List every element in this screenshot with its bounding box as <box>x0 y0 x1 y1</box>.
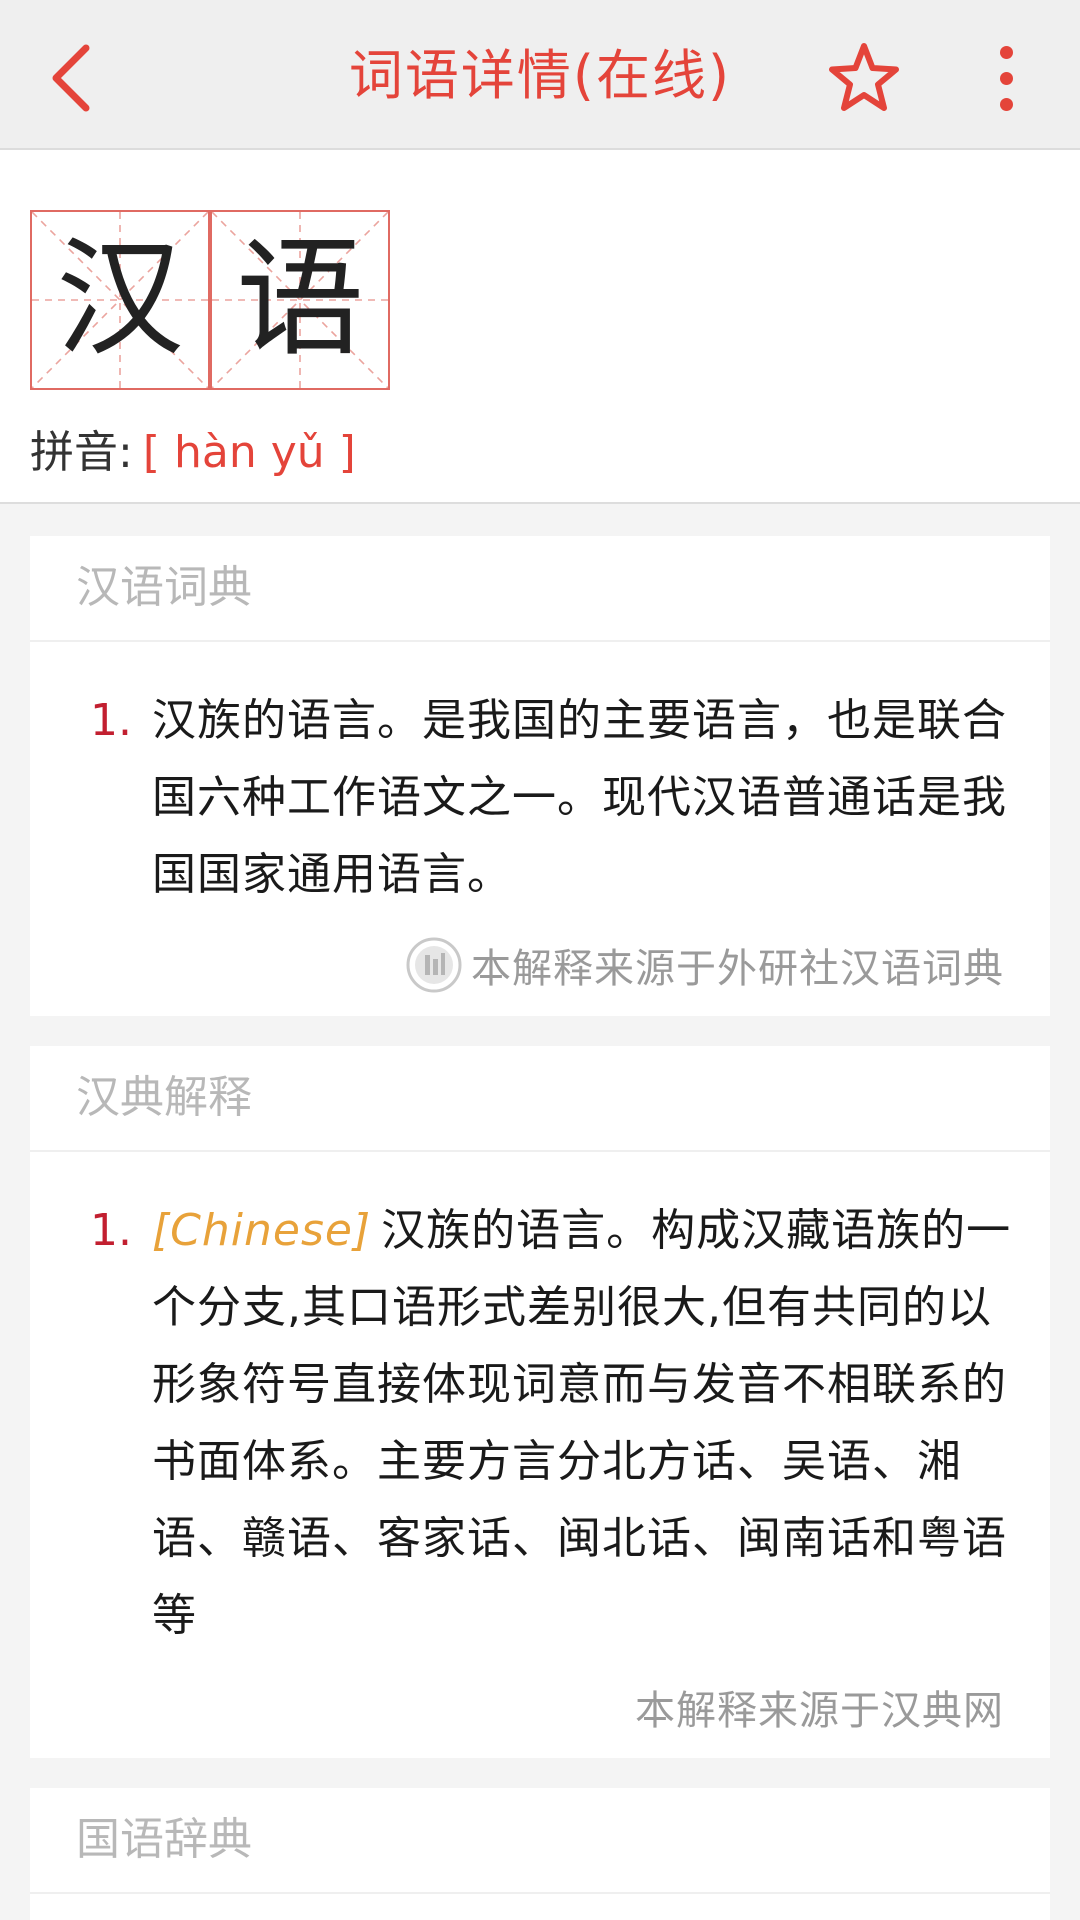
more-options-button[interactable] <box>990 46 1022 112</box>
more-dot <box>1000 98 1013 111</box>
card-title: 汉语词典 <box>30 536 1050 642</box>
favorite-button[interactable] <box>826 40 902 116</box>
character-cell: 汉 <box>30 210 210 390</box>
word-header: 汉 语 拼音:[ hàn yǔ ] <box>0 150 1080 504</box>
definition-number: 1. <box>90 1205 132 1256</box>
source-text: 本解释来源于汉典网 <box>635 1688 1004 1734</box>
card-title: 汉典解释 <box>30 1046 1050 1152</box>
definition-tag: [Chinese] <box>152 1205 372 1256</box>
source-line: 本解释来源于汉典网 <box>635 1678 1004 1736</box>
more-dot <box>1000 72 1013 85</box>
pinyin-row: 拼音:[ hàn yǔ ] <box>30 418 356 488</box>
definition-text: 汉族的语言。是我国的主要语言，也是联合国六种工作语文之一。现代汉语普通话是我国国… <box>152 682 1032 913</box>
pinyin-label: 拼音: <box>30 427 133 478</box>
handian-card: 汉典解释 1. [Chinese] 汉族的语言。构成汉藏语族的一个分支,其口语形式… <box>30 1046 1050 1758</box>
definition-number: 1. <box>90 695 132 746</box>
definition-body: 汉族的语言。是我国的主要语言，也是联合国六种工作语文之一。现代汉语普通话是我国国… <box>152 695 1007 900</box>
guoyu-card: 国语辞典 <box>30 1788 1050 1920</box>
page-title: 词语详情(在线) <box>348 44 732 107</box>
top-app-bar: 词语详情(在线) <box>0 0 1080 150</box>
word-character: 语 <box>235 225 364 374</box>
character-cell: 语 <box>210 210 390 390</box>
star-outline-icon <box>829 43 899 111</box>
definition-text: [Chinese] 汉族的语言。构成汉藏语族的一个分支,其口语形式差别很大,但有共… <box>152 1192 1032 1654</box>
more-vertical-icon <box>1000 46 1013 59</box>
publisher-logo-icon <box>406 937 462 993</box>
definition-body: 汉族的语言。构成汉藏语族的一个分支,其口语形式差别很大,但有共同的以形象符号直接… <box>152 1205 1012 1641</box>
character-grid: 汉 语 <box>30 210 390 390</box>
pinyin-value: [ hàn yǔ ] <box>142 427 356 478</box>
source-text: 本解释来源于外研社汉语词典 <box>471 946 1004 992</box>
dictionary-card: 汉语词典 1. 汉族的语言。是我国的主要语言，也是联合国六种工作语文之一。现代汉… <box>30 536 1050 1016</box>
word-character: 汉 <box>55 225 184 374</box>
source-line: 本解释来源于外研社汉语词典 <box>405 936 1004 994</box>
card-title: 国语辞典 <box>30 1788 1050 1894</box>
